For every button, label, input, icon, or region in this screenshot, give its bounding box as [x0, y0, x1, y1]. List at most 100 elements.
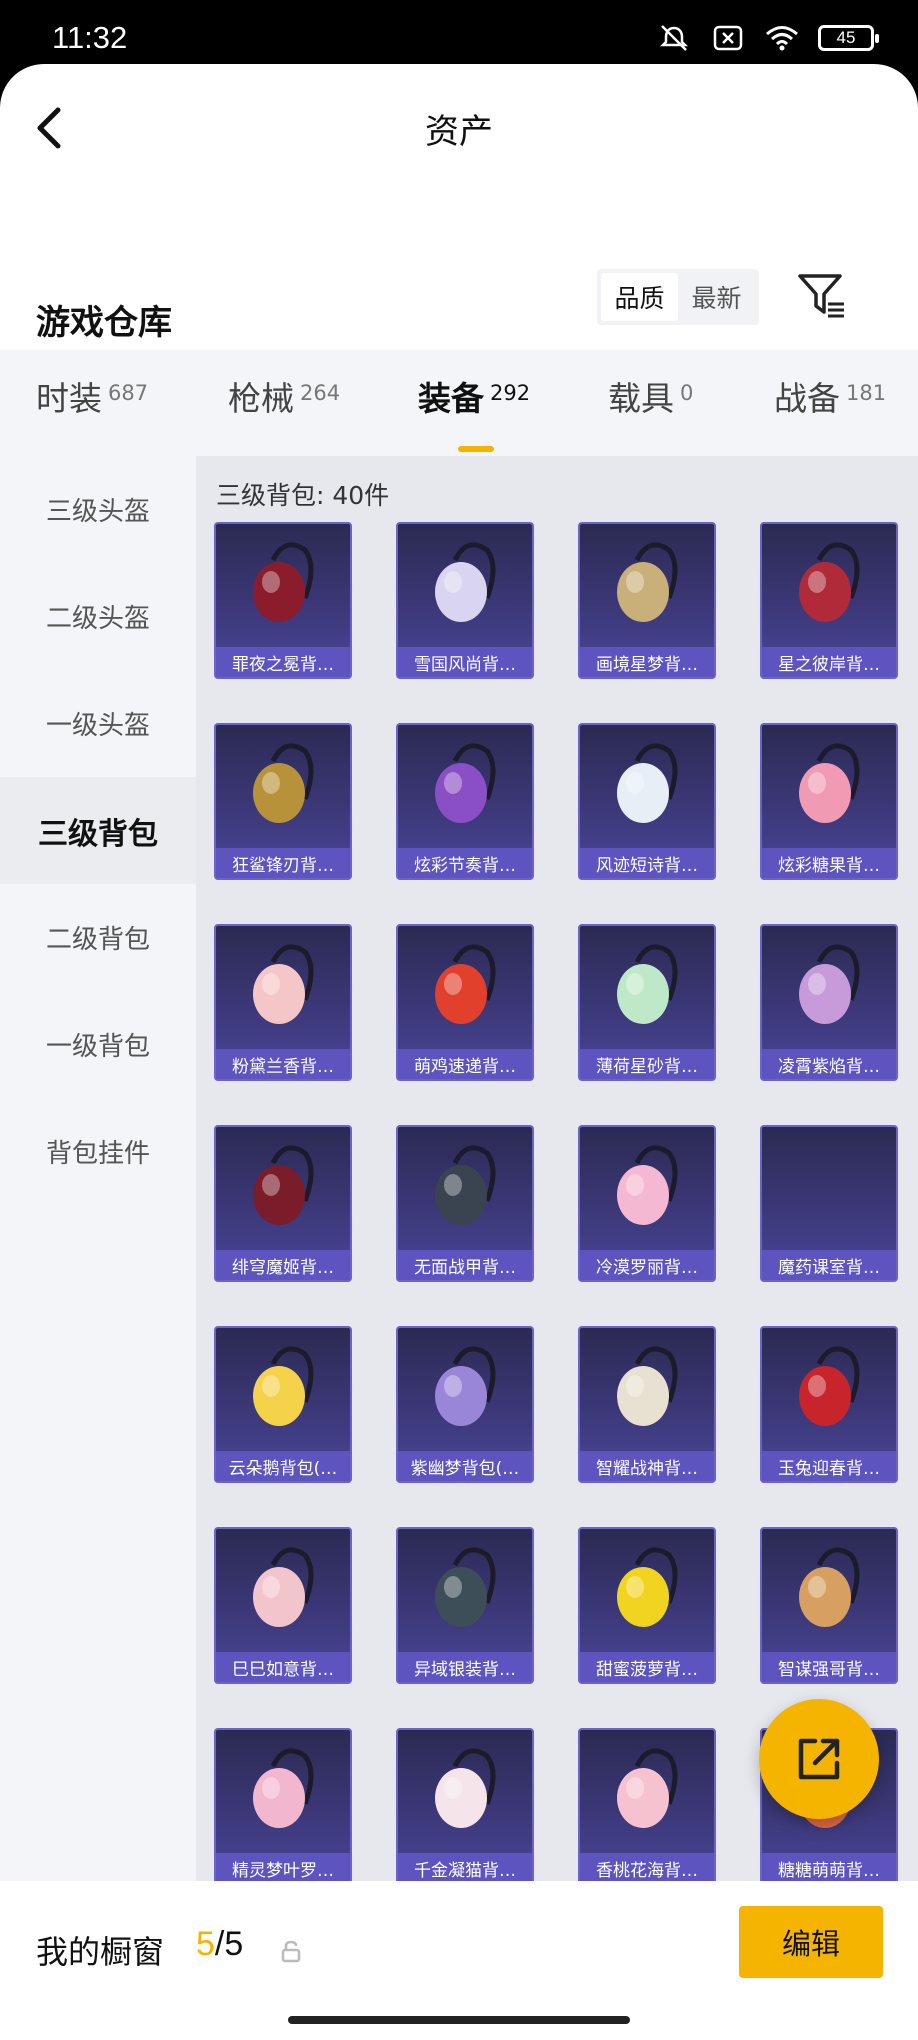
backpack-item-card[interactable]: 香桃花海背… [578, 1728, 716, 1885]
backpack-item-name: 无面战甲背… [398, 1250, 532, 1280]
filter-icon [798, 274, 844, 318]
backpack-item-name: 智谋强哥背… [762, 1652, 896, 1682]
showcase-label: 我的橱窗 [36, 1933, 165, 1971]
backpack-item-card[interactable]: 云朵鹅背包(… [214, 1326, 352, 1483]
backpack-item-card[interactable]: 甜蜜菠萝背… [578, 1527, 716, 1684]
backpack-item-card[interactable]: 炫彩糖果背… [760, 723, 898, 880]
backpack-item-card[interactable]: 风迹短诗背… [578, 723, 716, 880]
backpack-item-card[interactable]: 巳巳如意背… [214, 1527, 352, 1684]
warehouse-header: 游戏仓库 [0, 269, 918, 359]
showcase-bar: 我的橱窗 5/5 编辑 [0, 1881, 918, 2040]
backpack-item-name: 紫幽梦背包(… [398, 1451, 532, 1481]
status-bar: 11:32 45 [0, 0, 918, 70]
tab-firearms[interactable]: 枪械 264 [228, 372, 340, 436]
backpack-item-name: 甜蜜菠萝背… [580, 1652, 714, 1682]
backpack-item-image [398, 725, 532, 849]
backpack-item-name: 炫彩节奏背… [398, 848, 532, 878]
backpack-item-name: 炫彩糖果背… [762, 848, 896, 878]
share-fab-button[interactable] [759, 1699, 879, 1819]
backpack-item-image [216, 1529, 350, 1653]
tab-combat-gear[interactable]: 战备 181 [774, 372, 886, 436]
sim-off-icon [710, 24, 746, 52]
backpack-item-card[interactable]: 雪国风尚背… [396, 522, 534, 679]
item-grid: 罪夜之冕背… 雪国风尚背… 画境星梦背… 星之彼岸背… 狂鲨锋刃背… 炫彩节奏背… 风迹短诗… [214, 522, 904, 1885]
backpack-item-card[interactable]: 画境星梦背… [578, 522, 716, 679]
showcase-count: 5/5 [196, 1925, 244, 1963]
lock-icon [280, 1939, 302, 1963]
sidebar-item-helmet-lv3[interactable]: 三级头盔 [0, 456, 196, 563]
backpack-item-name: 云朵鹅背包(… [216, 1451, 350, 1481]
backpack-item-name: 萌鸡速递背… [398, 1049, 532, 1079]
backpack-item-card[interactable]: 罪夜之冕背… [214, 522, 352, 679]
backpack-item-name: 凌霄紫焰背… [762, 1049, 896, 1079]
backpack-item-name: 薄荷星砂背… [580, 1049, 714, 1079]
sort-quality-button[interactable]: 品质 [601, 273, 678, 321]
mute-icon [656, 24, 692, 52]
backpack-item-card[interactable]: 千金凝猫背… [396, 1728, 534, 1885]
backpack-item-card[interactable]: 紫幽梦背包(… [396, 1326, 534, 1483]
filter-button[interactable] [796, 270, 848, 322]
battery-icon: 45 [818, 25, 879, 51]
edit-button[interactable]: 编辑 [739, 1906, 883, 1978]
warehouse-title: 游戏仓库 [36, 303, 172, 343]
backpack-item-image [580, 926, 714, 1050]
backpack-item-name: 画境星梦背… [580, 647, 714, 677]
tab-vehicles[interactable]: 载具 0 [608, 372, 693, 436]
sort-newest-button[interactable]: 最新 [678, 273, 755, 321]
backpack-item-image [398, 926, 532, 1050]
backpack-item-card[interactable]: 萌鸡速递背… [396, 924, 534, 1081]
backpack-item-card[interactable]: 精灵梦叶罗… [214, 1728, 352, 1885]
sidebar-item-backpack-lv2[interactable]: 二级背包 [0, 884, 196, 991]
share-external-icon [798, 1738, 840, 1780]
sort-toggle: 品质 最新 [597, 269, 759, 325]
backpack-item-card[interactable]: 玉兔迎春背… [760, 1326, 898, 1483]
backpack-item-card[interactable]: 星之彼岸背… [760, 522, 898, 679]
tab-equipment[interactable]: 装备 292 [418, 372, 530, 436]
backpack-item-name: 糖糖萌萌背… [762, 1853, 896, 1883]
backpack-item-name: 狂鲨锋刃背… [216, 848, 350, 878]
backpack-item-image [398, 1529, 532, 1653]
backpack-item-card[interactable]: 薄荷星砂背… [578, 924, 716, 1081]
backpack-item-card[interactable]: 魔药课室背… [760, 1125, 898, 1282]
group-title: 三级背包: 40件 [216, 481, 390, 510]
sidebar-item-backpack-lv3[interactable]: 三级背包 [0, 777, 196, 884]
backpack-item-card[interactable]: 炫彩节奏背… [396, 723, 534, 880]
backpack-item-image [580, 1328, 714, 1452]
app-screen: 资产 游戏仓库 品质 最新 时装 687 枪械 264 装备 292 载具 0 战备 18… [0, 64, 918, 2040]
backpack-item-image [216, 725, 350, 849]
tab-active-indicator [458, 446, 494, 452]
backpack-item-image [216, 524, 350, 648]
backpack-item-card[interactable]: 狂鲨锋刃背… [214, 723, 352, 880]
backpack-item-image [580, 725, 714, 849]
wifi-icon [764, 24, 800, 52]
tab-fashion[interactable]: 时装 687 [36, 372, 148, 436]
backpack-item-card[interactable]: 异域银装背… [396, 1527, 534, 1684]
home-indicator[interactable] [288, 2016, 630, 2024]
backpack-item-image [762, 926, 896, 1050]
backpack-item-name: 玉兔迎春背… [762, 1451, 896, 1481]
backpack-item-card[interactable]: 绯穹魔姬背… [214, 1125, 352, 1282]
sidebar-item-helmet-lv2[interactable]: 二级头盔 [0, 563, 196, 670]
backpack-item-card[interactable]: 粉黛兰香背… [214, 924, 352, 1081]
backpack-item-card[interactable]: 冷漠罗丽背… [578, 1125, 716, 1282]
backpack-item-image [762, 1127, 896, 1251]
backpack-item-name: 星之彼岸背… [762, 647, 896, 677]
backpack-item-card[interactable]: 无面战甲背… [396, 1125, 534, 1282]
backpack-item-image [580, 1730, 714, 1854]
backpack-item-image [580, 1529, 714, 1653]
sidebar-item-helmet-lv1[interactable]: 一级头盔 [0, 670, 196, 777]
backpack-item-name: 千金凝猫背… [398, 1853, 532, 1883]
backpack-item-card[interactable]: 凌霄紫焰背… [760, 924, 898, 1081]
backpack-item-image [398, 1730, 532, 1854]
backpack-item-name: 绯穹魔姬背… [216, 1250, 350, 1280]
backpack-item-name: 精灵梦叶罗… [216, 1853, 350, 1883]
sidebar-item-backpack-pendant[interactable]: 背包挂件 [0, 1098, 196, 1205]
backpack-item-name: 雪国风尚背… [398, 647, 532, 677]
backpack-item-card[interactable]: 智耀战神背… [578, 1326, 716, 1483]
backpack-item-card[interactable]: 智谋强哥背… [760, 1527, 898, 1684]
backpack-item-name: 罪夜之冕背… [216, 647, 350, 677]
backpack-item-name: 异域银装背… [398, 1652, 532, 1682]
backpack-item-image [398, 1127, 532, 1251]
backpack-item-name: 冷漠罗丽背… [580, 1250, 714, 1280]
sidebar-item-backpack-lv1[interactable]: 一级背包 [0, 991, 196, 1098]
